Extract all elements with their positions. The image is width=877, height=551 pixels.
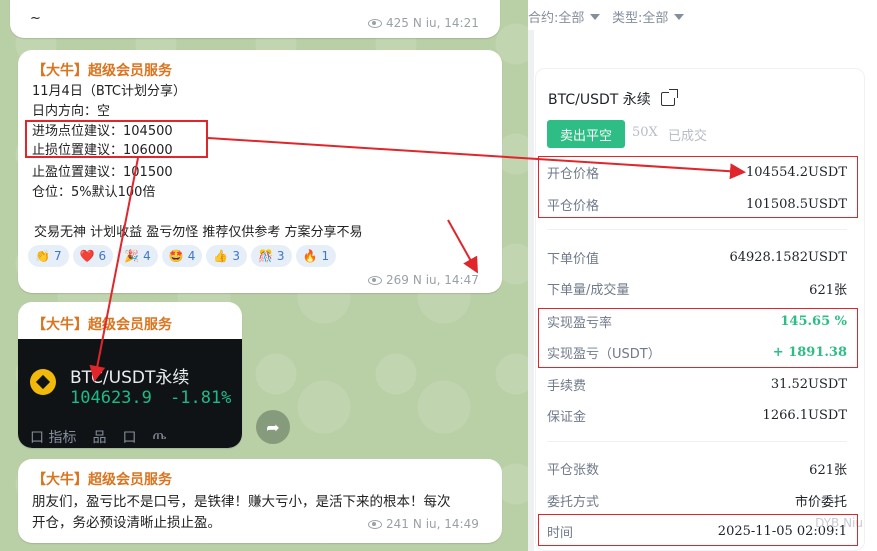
ticker-toolbar: 口 指标 品 口 ጤ [30,427,167,446]
message-line: 仓位：5%默认100倍 [32,185,156,200]
views-icon [368,275,382,285]
view-count: 269 [386,273,409,287]
message-meta: 425 N iu, 14:21 [368,16,479,30]
view-count: 425 [386,16,409,30]
message-time: N iu, 14:49 [412,517,479,531]
reaction-chip[interactable]: 🤩 4 [161,245,203,267]
ticker-card[interactable]: BTC/USDT永续 104623.9 -1.81% 口 指标 品 口 ጤ [18,339,242,448]
message-line: 朋友们，盈亏比不是口号，是铁律！赚大亏小，是活下来的根本！每次 [32,494,451,510]
message-meta: 241 N iu, 14:49 [368,517,479,531]
chat-panel: ~ 425 N iu, 14:21 【大牛】超级会员服务 11月4日（BTC计划… [0,0,528,551]
share-external-icon[interactable] [660,89,678,106]
reaction-chip[interactable]: 🔥 1 [295,245,337,267]
reaction-chip[interactable]: 👍 3 [206,245,247,267]
message-line: 开仓，务必预设清晰止损止盈。 [32,515,221,531]
share-icon[interactable]: ➦ [256,410,290,444]
order-title: BTC/USDT 永续 [548,89,678,109]
detail-row: 下单量/成交量 621张 [547,282,847,298]
view-count: 241 [386,517,409,531]
ticker-pair: BTC/USDT永续 [70,368,190,388]
message-disclaimer: 交易无神 计划收益 盈亏勿怪 推荐仅供参考 方案分享不易 [34,225,363,240]
reaction-chip[interactable]: 👏 7 [28,245,69,267]
order-status: 已成交 [668,129,708,144]
message-line: 11月4日（BTC计划分享） [32,84,186,99]
highlight-box [538,156,858,218]
detail-row: 保证金 1266.1USDT [547,407,847,425]
sender-name[interactable]: 【大牛】超级会员服务 [32,314,172,334]
detail-row: 下单价值 64928.1582USDT [547,249,847,267]
close-short-button[interactable]: 卖出平空 [547,120,625,148]
message-time: N iu, 14:21 [412,16,479,30]
highlight-box [538,514,858,546]
message-text: ~ [30,11,41,26]
reaction-chip[interactable]: 🎉 4 [117,245,158,267]
type-filter[interactable]: 类型:全部 [612,7,685,26]
chevron-down-icon [674,13,685,20]
sender-name[interactable]: 【大牛】超级会员服务 [32,60,172,80]
divider [547,441,847,442]
divider [547,229,847,230]
filter-bar: 合约:全部 类型:全部 [528,0,877,30]
message-bubble[interactable]: 【大牛】超级会员服务 11月4日（BTC计划分享） 日内方向：空 进场点位建议：… [18,50,502,293]
chevron-down-icon [590,13,601,20]
reaction-chip[interactable]: ❤️ 6 [72,245,114,267]
message-time: N iu, 14:47 [412,273,479,287]
message-bubble[interactable]: 【大牛】超级会员服务 BTC/USDT永续 104623.9 -1.81% 口 … [18,302,242,448]
message-line: 日内方向：空 [32,104,111,119]
detail-row: 委托方式 市价委托 [547,494,847,510]
detail-row: 平仓张数 621张 [547,462,847,478]
leverage-label: 50X [632,125,658,140]
ticker-change: -1.81% [170,388,232,408]
ticker-price: 104623.9 [70,388,152,408]
highlight-box [25,120,208,158]
detail-row: 手续费 31.52USDT [547,376,847,394]
binance-logo-icon [30,369,56,395]
reactions-bar: 👏 7 ❤️ 6 🎉 4 🤩 4 👍 3 🎊 3 🔥 1 [28,245,337,267]
highlight-box [538,308,858,368]
views-icon [368,18,382,28]
divider [528,0,534,551]
contract-filter[interactable]: 合约:全部 [528,7,601,26]
sender-name[interactable]: 【大牛】超级会员服务 [32,469,172,489]
message-line: 止盈位置建议：101500 [32,165,173,180]
message-bubble[interactable]: 【大牛】超级会员服务 朋友们，盈亏比不是口号，是铁律！赚大亏小，是活下来的根本！… [18,459,502,543]
reaction-chip[interactable]: 🎊 3 [250,245,292,267]
message-bubble[interactable]: ~ 425 N iu, 14:21 [10,0,500,38]
message-meta: 269 N iu, 14:47 [368,273,479,287]
views-icon [368,519,382,529]
